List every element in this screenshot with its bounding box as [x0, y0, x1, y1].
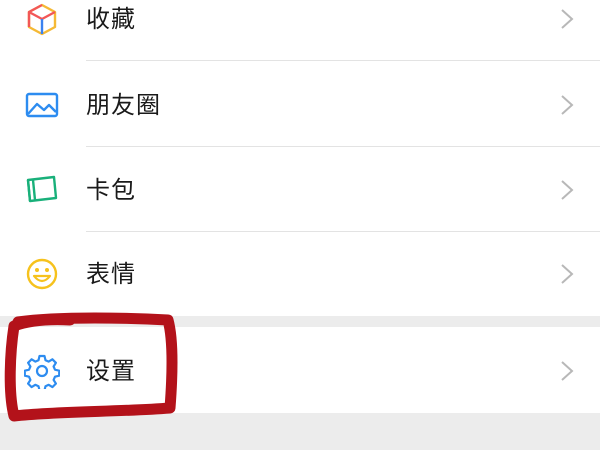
- menu-item-label: 表情: [86, 260, 136, 288]
- favorites-cube-icon: [24, 2, 60, 38]
- menu-group: 收藏 朋友圈 卡包 表情: [0, 0, 600, 316]
- chevron-right-icon: [560, 94, 574, 116]
- chevron-right-icon: [560, 179, 574, 201]
- menu-item-moments[interactable]: 朋友圈: [0, 61, 600, 146]
- menu-item-label: 朋友圈: [86, 91, 161, 119]
- wechat-me-screen: 收藏 朋友圈 卡包 表情 设置: [0, 0, 600, 450]
- menu-item-label: 设置: [86, 357, 136, 385]
- settings-group: 设置: [0, 327, 600, 413]
- menu-item-stickers[interactable]: 表情: [0, 232, 600, 317]
- card-wallet-icon: [24, 171, 60, 207]
- chevron-right-icon: [560, 8, 574, 30]
- chevron-right-icon: [560, 263, 574, 285]
- menu-item-label: 卡包: [86, 176, 136, 204]
- menu-item-card-wallet[interactable]: 卡包: [0, 147, 600, 232]
- sticker-smile-icon: [24, 256, 60, 292]
- menu-item-label: 收藏: [86, 5, 136, 33]
- moments-picture-icon: [24, 87, 60, 123]
- menu-item-settings[interactable]: 设置: [0, 327, 600, 413]
- chevron-right-icon: [560, 360, 574, 382]
- gear-icon: [24, 353, 60, 389]
